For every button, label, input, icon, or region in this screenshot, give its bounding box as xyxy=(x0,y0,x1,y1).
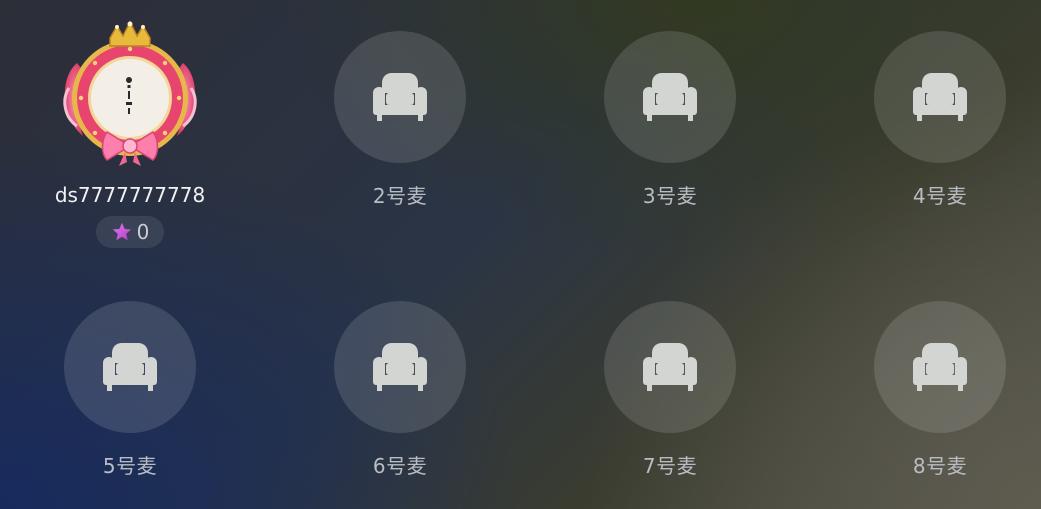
seat-circle[interactable] xyxy=(64,301,196,433)
seat-5[interactable]: 5号麦 xyxy=(30,301,230,479)
host-avatar[interactable] xyxy=(55,18,205,168)
star-icon xyxy=(112,222,131,241)
host-score-badge: 0 xyxy=(96,216,164,248)
seat-circle[interactable] xyxy=(334,31,466,163)
sofa-icon xyxy=(913,73,967,121)
seat-label: 8号麦 xyxy=(912,454,968,478)
sofa-icon xyxy=(373,73,427,121)
sofa-icon xyxy=(913,343,967,391)
seat-label: 3号麦 xyxy=(642,184,698,208)
seat-3[interactable]: 3号麦 xyxy=(570,31,770,209)
sofa-icon xyxy=(643,73,697,121)
seat-circle[interactable] xyxy=(874,31,1006,163)
host-username: ds7777777778 xyxy=(54,183,206,207)
host-seat[interactable]: ds7777777778 0 xyxy=(30,18,230,248)
seat-7[interactable]: 7号麦 xyxy=(570,301,770,479)
seat-circle[interactable] xyxy=(604,31,736,163)
sofa-icon xyxy=(103,343,157,391)
seat-label: 7号麦 xyxy=(642,454,698,478)
seat-2[interactable]: 2号麦 xyxy=(300,31,500,209)
seat-label: 5号麦 xyxy=(102,454,158,478)
seat-circle[interactable] xyxy=(604,301,736,433)
host-score-value: 0 xyxy=(136,220,150,244)
sofa-icon xyxy=(373,343,427,391)
sofa-icon xyxy=(643,343,697,391)
seat-circle[interactable] xyxy=(874,301,1006,433)
seat-4[interactable]: 4号麦 xyxy=(840,31,1040,209)
seat-8[interactable]: 8号麦 xyxy=(840,301,1040,479)
seat-circle[interactable] xyxy=(334,301,466,433)
seat-label: 2号麦 xyxy=(372,184,428,208)
crowned-avatar-frame-icon xyxy=(63,20,197,166)
seat-label: 6号麦 xyxy=(372,454,428,478)
seat-6[interactable]: 6号麦 xyxy=(300,301,500,479)
seat-label: 4号麦 xyxy=(912,184,968,208)
